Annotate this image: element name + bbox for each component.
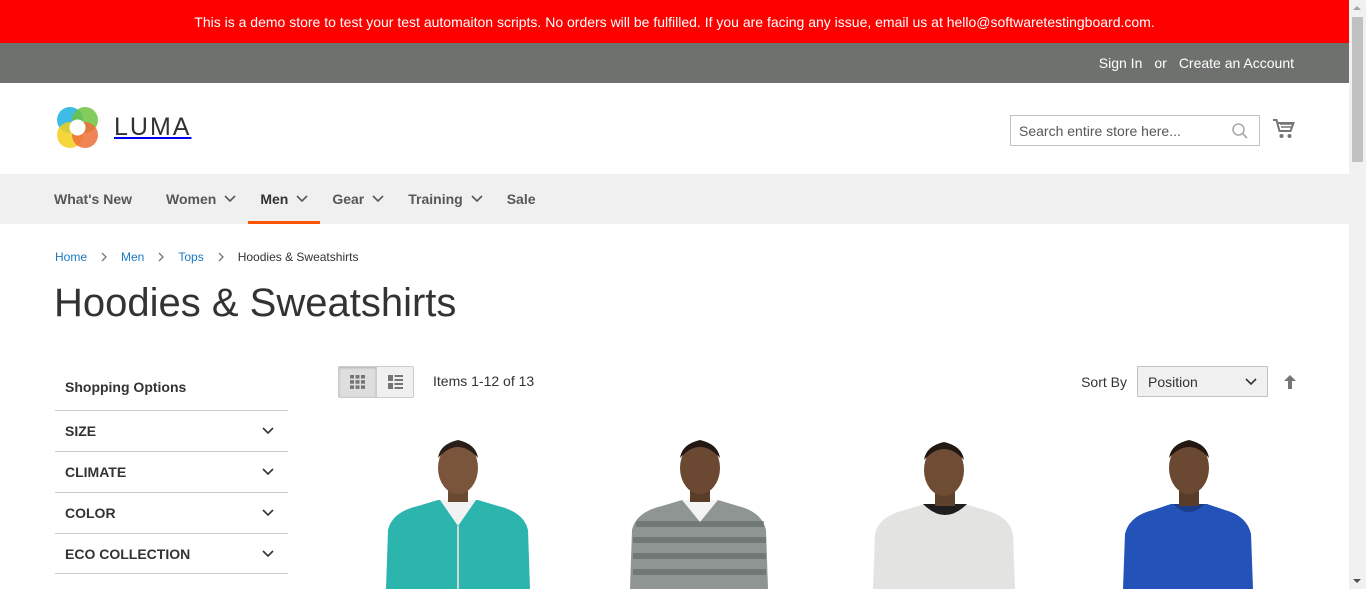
- shopping-options-title: Shopping Options: [65, 378, 187, 395]
- product-image[interactable]: [817, 430, 1057, 589]
- product-item-4[interactable]: [1057, 430, 1297, 589]
- chevron-right-icon: [101, 252, 107, 262]
- products-toolbar: Items 1-12 of 13 Sort By Position: [338, 366, 1296, 398]
- search-input[interactable]: [1011, 116, 1221, 145]
- breadcrumb: Home Men Tops Hoodies & Sweatshirts: [55, 250, 358, 264]
- product-image[interactable]: [338, 430, 578, 589]
- filter-label: SIZE: [65, 423, 97, 439]
- chevron-down-icon: [1245, 377, 1257, 385]
- product-image[interactable]: [1057, 430, 1297, 589]
- breadcrumb-men[interactable]: Men: [121, 250, 144, 264]
- breadcrumb-home[interactable]: Home: [55, 250, 87, 264]
- nav-item-label: Women: [166, 191, 217, 207]
- chevron-down-icon: [262, 509, 274, 517]
- chevron-down-icon: [471, 195, 483, 203]
- product-image[interactable]: [578, 430, 818, 589]
- sign-in-link[interactable]: Sign In: [1099, 55, 1143, 71]
- filter-label: ECO COLLECTION: [65, 545, 191, 562]
- scrollbar-thumb[interactable]: [1352, 17, 1363, 162]
- main-navigation: What's New Women Men Gear Training Sale: [0, 174, 1349, 224]
- list-icon: [387, 375, 403, 389]
- toolbar-amount: Items 1-12 of 13: [433, 373, 535, 389]
- logo-text: LUMA: [114, 113, 192, 141]
- filter-climate[interactable]: CLIMATE: [55, 451, 288, 492]
- chevron-down-icon: [372, 195, 384, 203]
- scroll-up-arrow-icon[interactable]: [1353, 6, 1361, 10]
- breadcrumb-tops[interactable]: Tops: [178, 250, 203, 264]
- chevron-down-icon: [224, 195, 236, 203]
- nav-item-women[interactable]: Women: [154, 174, 248, 224]
- create-account-link[interactable]: Create an Account: [1179, 55, 1294, 71]
- sorter: Sort By Position: [1081, 366, 1296, 397]
- nav-item-gear[interactable]: Gear: [320, 174, 396, 224]
- search-icon[interactable]: [1231, 122, 1249, 145]
- nav-item-label: Training: [408, 191, 463, 207]
- breadcrumb-current: Hoodies & Sweatshirts: [237, 250, 359, 264]
- grid-view-button[interactable]: [339, 367, 376, 397]
- sort-by-label: Sort By: [1081, 373, 1127, 390]
- or-text: or: [1154, 55, 1167, 71]
- nav-item-label: Gear: [332, 191, 365, 207]
- nav-item-whats-new[interactable]: What's New: [42, 174, 154, 224]
- product-grid: [338, 430, 1296, 589]
- nav-item-label: What's New: [54, 191, 133, 207]
- header: LUMA: [0, 83, 1349, 174]
- nav-item-label: Men: [260, 191, 289, 207]
- sort-by-value: Position: [1148, 373, 1198, 390]
- filter-eco-collection[interactable]: ECO COLLECTION: [55, 533, 288, 574]
- chevron-right-icon: [218, 252, 224, 262]
- page-title: Hoodies & Sweatshirts: [54, 281, 457, 325]
- nav-item-men[interactable]: Men: [248, 174, 321, 224]
- filter-label: CLIMATE: [65, 464, 127, 480]
- logo[interactable]: LUMA: [55, 105, 191, 150]
- scroll-down-arrow-icon[interactable]: [1353, 579, 1361, 583]
- panel-header: Sign In or Create an Account: [0, 43, 1349, 83]
- chevron-down-icon: [262, 468, 274, 476]
- list-view-button[interactable]: [376, 367, 413, 397]
- product-item-3[interactable]: [817, 430, 1057, 589]
- sidebar-filters: Shopping Options SIZE CLIMATE COLOR ECO …: [55, 363, 288, 574]
- search-box: [1010, 115, 1260, 146]
- filter-color[interactable]: COLOR: [55, 492, 288, 533]
- nav-item-label: Sale: [506, 191, 536, 207]
- chevron-down-icon: [296, 195, 308, 203]
- chevron-right-icon: [158, 252, 165, 262]
- filter-size[interactable]: SIZE: [55, 410, 288, 451]
- luma-logo-icon: [57, 107, 98, 148]
- product-item-1[interactable]: [338, 430, 578, 589]
- sort-direction-arrow-icon[interactable]: [1284, 374, 1296, 389]
- grid-icon: [350, 375, 365, 389]
- demo-notice-text: This is a demo store to test your test a…: [194, 13, 1155, 30]
- chevron-down-icon: [262, 427, 274, 435]
- page-scrollbar[interactable]: [1349, 0, 1366, 589]
- chevron-down-icon: [262, 549, 274, 557]
- cart-icon[interactable]: [1272, 118, 1296, 145]
- nav-item-sale[interactable]: Sale: [495, 174, 548, 224]
- view-mode-switcher: [338, 366, 414, 398]
- sort-by-select[interactable]: Position: [1137, 366, 1268, 397]
- demo-notice-bar: This is a demo store to test your test a…: [0, 0, 1349, 43]
- product-item-2[interactable]: [578, 430, 818, 589]
- filter-label: COLOR: [65, 505, 116, 521]
- nav-item-training[interactable]: Training: [396, 174, 494, 224]
